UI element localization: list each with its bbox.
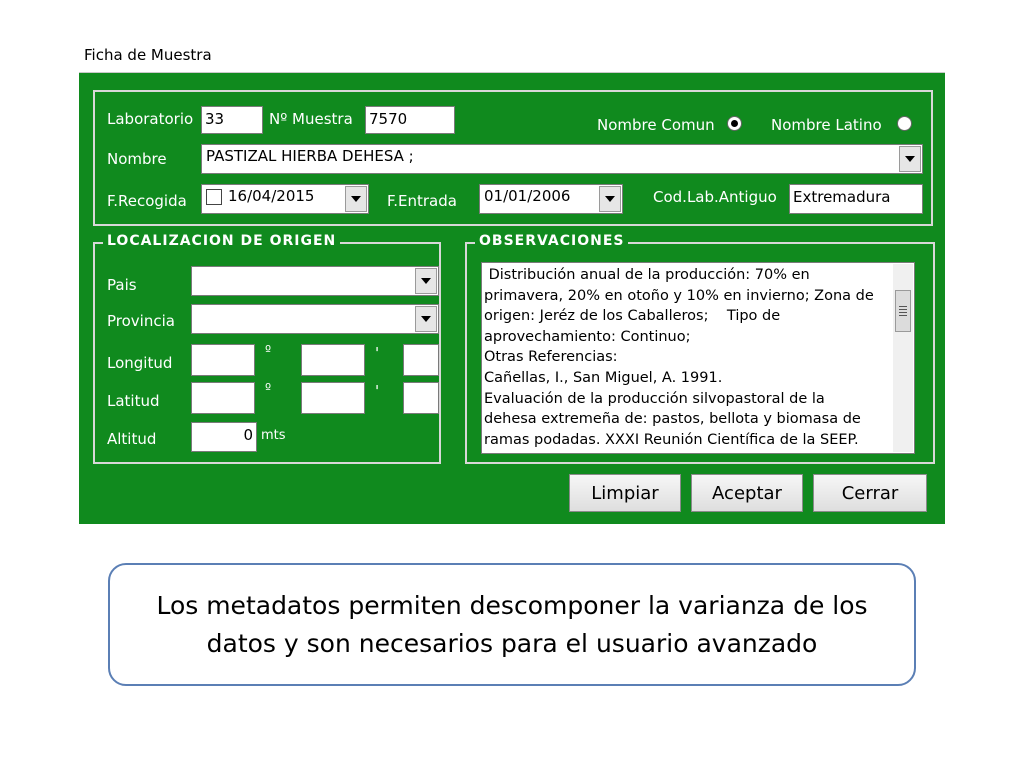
frecogida-value: 16/04/2015 bbox=[228, 187, 315, 205]
longitud-seconds-field[interactable] bbox=[403, 344, 439, 376]
calendar-dropdown-icon[interactable] bbox=[599, 186, 621, 212]
caption-text: Los metadatos permiten descomponer la va… bbox=[156, 590, 868, 658]
window-titlebar[interactable]: Ficha de Muestra bbox=[79, 40, 945, 73]
nombre-latino-label: Nombre Latino bbox=[771, 116, 882, 134]
window-title: Ficha de Muestra bbox=[84, 46, 212, 64]
observaciones-title: OBSERVACIONES bbox=[475, 233, 629, 249]
longitud-degrees-field[interactable] bbox=[191, 344, 255, 376]
pais-label: Pais bbox=[107, 276, 137, 294]
localizacion-group: LOCALIZACION DE ORIGEN Pais Provincia Lo… bbox=[93, 233, 441, 464]
latitud-degree-symbol: º bbox=[265, 382, 272, 397]
caption-box: Los metadatos permiten descomponer la va… bbox=[108, 563, 916, 686]
aceptar-button[interactable]: Aceptar bbox=[691, 474, 803, 512]
nombre-value: PASTIZAL HIERBA DEHESA ; bbox=[206, 147, 414, 165]
pais-select[interactable] bbox=[191, 266, 439, 296]
observaciones-scrollbar[interactable] bbox=[893, 264, 913, 452]
latitud-degrees-field[interactable] bbox=[191, 382, 255, 414]
altitud-field[interactable]: 0 bbox=[191, 422, 257, 452]
altitud-unit: mts bbox=[261, 428, 286, 443]
frecogida-date-picker[interactable]: 16/04/2015 bbox=[201, 184, 369, 214]
codlab-label: Cod.Lab.Antiguo bbox=[653, 188, 777, 206]
scrollbar-thumb[interactable] bbox=[895, 290, 911, 332]
calendar-dropdown-icon[interactable] bbox=[345, 186, 367, 212]
latitud-seconds-field[interactable] bbox=[403, 382, 439, 414]
latitud-minutes-field[interactable] bbox=[301, 382, 365, 414]
observaciones-text: Distribución anual de la producción: 70%… bbox=[484, 267, 874, 448]
nombre-comun-radio[interactable] bbox=[727, 116, 742, 131]
muestra-field[interactable]: 7570 bbox=[365, 106, 455, 134]
observaciones-textarea[interactable]: Distribución anual de la producción: 70%… bbox=[481, 262, 915, 454]
longitud-minutes-field[interactable] bbox=[301, 344, 365, 376]
observaciones-group: OBSERVACIONES Distribución anual de la p… bbox=[465, 233, 935, 464]
header-group: Laboratorio 33 Nº Muestra 7570 Nombre Co… bbox=[93, 90, 933, 226]
ficha-muestra-window: Ficha de Muestra Laboratorio 33 Nº Muest… bbox=[79, 40, 945, 524]
chevron-down-icon[interactable] bbox=[415, 268, 437, 294]
altitud-label: Altitud bbox=[107, 430, 157, 448]
muestra-label: Nº Muestra bbox=[269, 110, 353, 128]
longitud-minute-symbol: ' bbox=[375, 344, 380, 362]
cerrar-button[interactable]: Cerrar bbox=[813, 474, 927, 512]
latitud-minute-symbol: ' bbox=[375, 382, 380, 400]
provincia-label: Provincia bbox=[107, 312, 175, 330]
chevron-down-icon[interactable] bbox=[899, 146, 921, 172]
fentrada-label: F.Entrada bbox=[387, 192, 457, 210]
nombre-latino-radio[interactable] bbox=[897, 116, 912, 131]
latitud-label: Latitud bbox=[107, 392, 160, 410]
nombre-comun-label: Nombre Comun bbox=[597, 116, 715, 134]
laboratorio-field[interactable]: 33 bbox=[201, 106, 263, 134]
provincia-select[interactable] bbox=[191, 304, 439, 334]
codlab-field[interactable]: Extremadura bbox=[789, 184, 923, 214]
frecogida-checkbox[interactable] bbox=[206, 189, 222, 205]
nombre-select[interactable]: PASTIZAL HIERBA DEHESA ; bbox=[201, 144, 923, 174]
limpiar-button[interactable]: Limpiar bbox=[569, 474, 681, 512]
laboratorio-label: Laboratorio bbox=[107, 110, 194, 128]
chevron-down-icon[interactable] bbox=[415, 306, 437, 332]
nombre-label: Nombre bbox=[107, 150, 167, 168]
fentrada-value: 01/01/2006 bbox=[484, 187, 571, 205]
longitud-label: Longitud bbox=[107, 354, 173, 372]
longitud-degree-symbol: º bbox=[265, 344, 272, 359]
fentrada-date-picker[interactable]: 01/01/2006 bbox=[479, 184, 623, 214]
localizacion-title: LOCALIZACION DE ORIGEN bbox=[103, 233, 341, 249]
frecogida-label: F.Recogida bbox=[107, 192, 187, 210]
